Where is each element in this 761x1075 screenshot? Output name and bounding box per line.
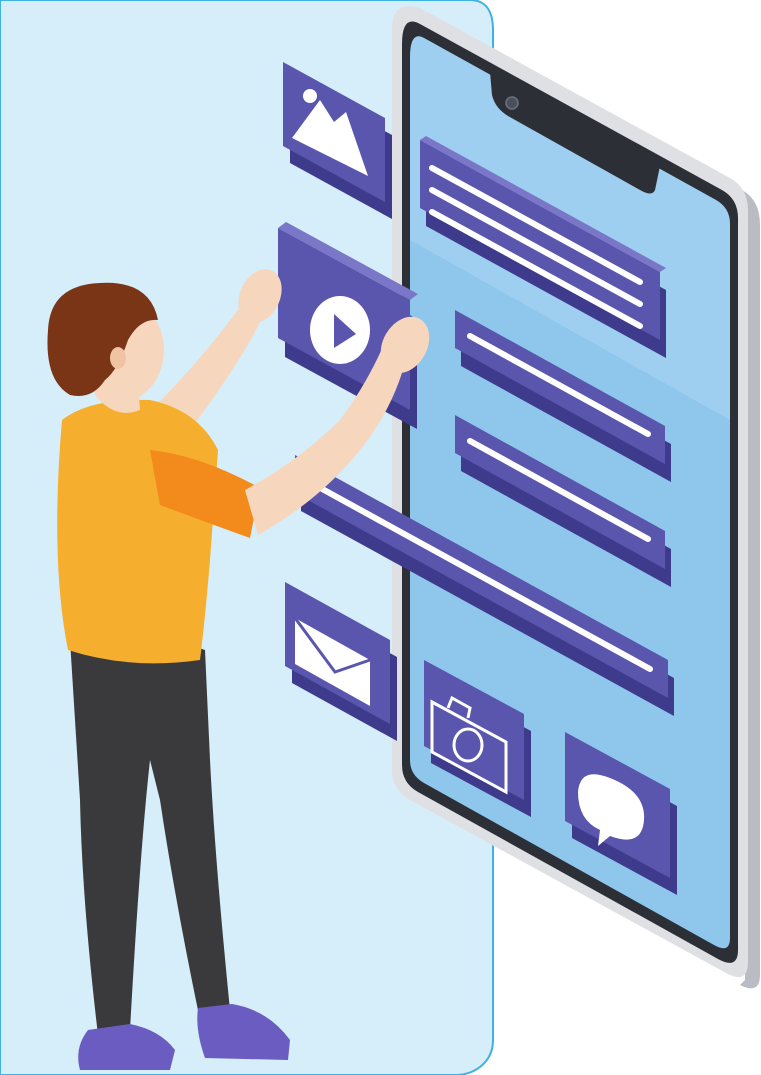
mobile-app-illustration (0, 0, 760, 1075)
front-camera-icon (505, 96, 519, 110)
illustration (0, 0, 761, 1075)
shirt (57, 399, 219, 664)
